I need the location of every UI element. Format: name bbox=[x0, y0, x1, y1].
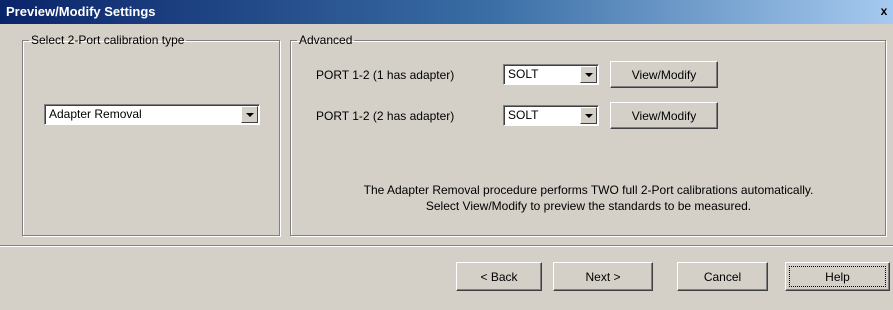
calibration-type-group: Select 2-Port calibration type bbox=[22, 33, 280, 236]
chevron-down-icon[interactable] bbox=[580, 107, 597, 124]
description-line-1: The Adapter Removal procedure performs T… bbox=[363, 183, 814, 197]
footer-divider bbox=[0, 245, 893, 247]
calibration-type-legend: Select 2-Port calibration type bbox=[31, 33, 185, 47]
calibration-type-select[interactable]: Adapter Removal bbox=[44, 104, 260, 125]
port-2-adapter-value: SOLT bbox=[508, 108, 539, 122]
chevron-down-icon[interactable] bbox=[580, 66, 597, 83]
port-2-adapter-select[interactable]: SOLT bbox=[503, 105, 599, 126]
port-1-adapter-select[interactable]: SOLT bbox=[503, 64, 599, 85]
view-modify-button-2[interactable]: View/Modify bbox=[610, 102, 718, 129]
window-title: Preview/Modify Settings bbox=[6, 4, 156, 19]
next-button[interactable]: Next > bbox=[553, 262, 653, 291]
back-button[interactable]: < Back bbox=[456, 262, 542, 291]
calibration-type-value: Adapter Removal bbox=[49, 107, 142, 121]
view-modify-button-1[interactable]: View/Modify bbox=[610, 61, 718, 88]
advanced-legend: Advanced bbox=[299, 33, 353, 47]
help-button[interactable]: Help bbox=[785, 262, 890, 291]
chevron-down-icon[interactable] bbox=[241, 106, 258, 123]
port-1-adapter-label: PORT 1-2 (1 has adapter) bbox=[316, 68, 455, 82]
close-icon[interactable]: x bbox=[877, 3, 891, 19]
title-bar[interactable]: Preview/Modify Settings bbox=[0, 0, 893, 24]
description-line-2: Select View/Modify to preview the standa… bbox=[425, 199, 752, 213]
cancel-button[interactable]: Cancel bbox=[677, 262, 768, 291]
port-1-adapter-value: SOLT bbox=[508, 67, 539, 81]
adapter-removal-description: The Adapter Removal procedure performs T… bbox=[296, 182, 881, 214]
port-2-adapter-label: PORT 1-2 (2 has adapter) bbox=[316, 109, 455, 123]
